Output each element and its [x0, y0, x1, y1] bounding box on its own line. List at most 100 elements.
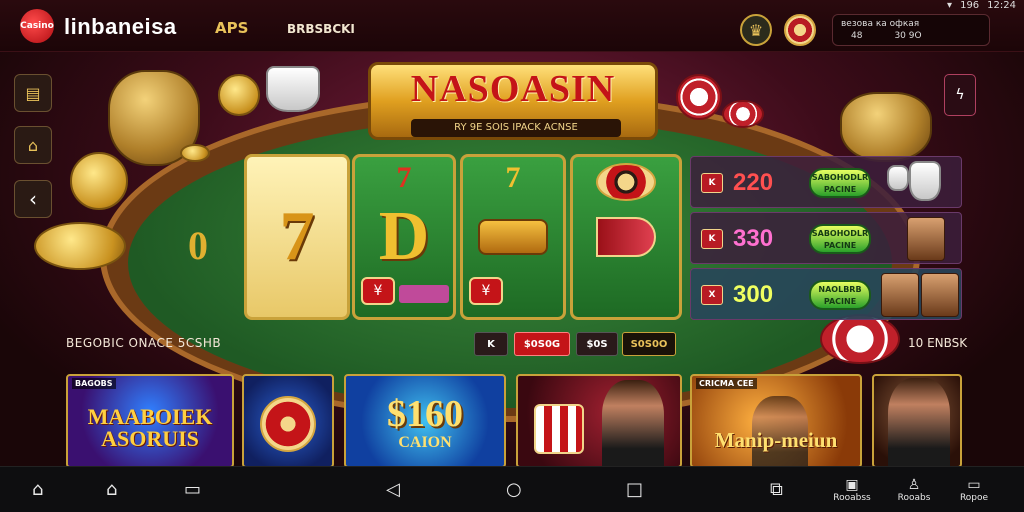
reel-1: 7 — [244, 154, 350, 320]
coin-icon: ¥ — [469, 277, 503, 305]
cup-icon — [266, 66, 320, 112]
jackpot-button[interactable]: SABOHODLR PACINE — [809, 224, 871, 254]
casino-scene: ▤ ⌂ ‹ ϟ NASOASIN RY 9E SOIS IPACK ACNSE … — [0, 52, 1024, 466]
gold-coin — [180, 144, 210, 162]
jackpot-row[interactable]: X 300 NAOLBRB PACINE — [690, 268, 962, 320]
game-tile[interactable] — [516, 374, 682, 466]
reel-4 — [570, 154, 682, 320]
roulette-button[interactable] — [784, 14, 816, 46]
back-button[interactable]: ‹ — [14, 180, 52, 218]
game-tile[interactable]: BAGOBS MAABOIEK ASORUIS — [66, 374, 234, 466]
gold-coin-stack — [34, 222, 126, 270]
game-tile[interactable] — [242, 374, 334, 466]
jackpot-row[interactable]: K 220 SABOHODLR PACINE — [690, 156, 962, 208]
bet-option[interactable]: S0S0O — [622, 332, 676, 356]
game-tile[interactable]: $160 CAION — [344, 374, 506, 466]
reel-top-symbol: 7 — [505, 161, 521, 194]
jackpot-value: 330 — [733, 225, 774, 252]
game-title-banner: NASOASIN RY 9E SOIS IPACK ACNSE — [368, 62, 658, 140]
jackpot-button[interactable]: NAOLBRB PACINE — [809, 280, 871, 310]
person-icon: ♙ — [907, 477, 921, 493]
home-circle-icon[interactable]: ○ — [506, 479, 522, 500]
nav-item-label: Rooabs — [897, 493, 931, 503]
message-icon[interactable]: ▭ — [184, 479, 201, 500]
gallery-icon[interactable]: ⧉ — [770, 479, 783, 500]
back-icon[interactable]: ◁ — [386, 479, 400, 500]
game-title: NASOASIN — [410, 68, 616, 110]
player-avatar — [881, 273, 919, 317]
jackpot-badge: K — [701, 173, 723, 193]
chip-icon — [676, 74, 722, 120]
balance-value-right: 30 9O — [894, 31, 922, 41]
cup-icon — [909, 161, 941, 201]
nav-item-2[interactable]: ♙ Rooabs — [884, 477, 944, 503]
logo-text: Casino — [20, 21, 54, 31]
lines-label: 10 ENBSK — [908, 336, 968, 350]
tile-title: MAABOIEK ASORUIS — [87, 404, 213, 451]
bet-info-label: BEGOBIC ONACE 5CSHB — [66, 336, 222, 350]
roulette-icon — [596, 163, 656, 201]
nav-item-1[interactable]: ▣ Rooabss — [822, 477, 882, 503]
reel-symbol: D — [378, 198, 430, 275]
game-tiles-row: BAGOBS MAABOIEK ASORUIS $160 CAION CRICM… — [62, 374, 968, 466]
bet-option-selected[interactable]: $0S0G — [514, 332, 570, 356]
tile-tag: CRICMA CEE — [696, 378, 757, 389]
barrel-icon — [478, 219, 548, 255]
reel-top-symbol: 7 — [396, 161, 412, 194]
bet-option[interactable]: $0S — [576, 332, 618, 356]
tile-title: Manip-meiun — [714, 428, 838, 452]
bottom-navigation: ⌂ ⌂ ▭ ◁ ○ □ ⧉ ▣ Rooabss ♙ Rooabs ▭ Ropoe — [0, 466, 1024, 512]
screen-icon: ▭ — [967, 477, 981, 493]
cup-icon — [887, 165, 909, 191]
monitor-icon: ▣ — [845, 477, 859, 493]
bolt-icon: ϟ — [955, 87, 965, 103]
jackpot-value: 300 — [733, 281, 774, 308]
reel-3: 7 ¥ — [460, 154, 566, 320]
jackpot-button[interactable]: SABOHODLR PACINE — [809, 168, 871, 198]
nav-link-secondary[interactable]: BRBSBCKI — [287, 22, 355, 36]
game-subtitle: RY 9E SOIS IPACK ACNSE — [411, 119, 621, 137]
home-side-button[interactable]: ⌂ — [14, 126, 52, 164]
jackpot-row[interactable]: K 330 SABOHODLR PACINE — [690, 212, 962, 264]
house-icon: ⌂ — [27, 135, 39, 155]
reel-2: 7 D ¥ — [352, 154, 456, 320]
info-button[interactable]: ϟ — [944, 74, 976, 116]
nav-item-3[interactable]: ▭ Ropoe — [944, 477, 1004, 503]
menu-button[interactable]: ▤ — [14, 74, 52, 112]
jackpot-badge: K — [701, 229, 723, 249]
coin-icon: ¥ — [361, 277, 395, 305]
home-icon[interactable]: ⌂ — [106, 479, 117, 500]
balance-box[interactable]: везова ка офкая 48 30 9O — [832, 14, 990, 46]
recent-apps-icon[interactable]: □ — [626, 479, 643, 500]
game-tile[interactable]: CRICMA CEE Manip-meiun — [690, 374, 862, 466]
popcorn-icon — [534, 404, 584, 454]
gold-coin — [218, 74, 260, 116]
signal-icon: ▾ — [947, 0, 953, 11]
player-avatar — [921, 273, 959, 317]
chip-icon — [722, 100, 764, 128]
game-tile[interactable] — [872, 374, 962, 466]
bet-option[interactable]: K — [474, 332, 508, 356]
horn-icon — [596, 217, 656, 257]
tile-tag: BAGOBS — [72, 378, 116, 389]
gold-coin — [70, 152, 128, 210]
trophy-button[interactable]: ♛ — [740, 14, 772, 46]
tile-title: $160 — [387, 393, 463, 435]
nav-item-label: Ropoe — [959, 493, 989, 503]
status-time: 12:24 — [987, 0, 1016, 11]
jackpot-badge: X — [701, 285, 723, 305]
jackpot-value: 220 — [733, 169, 774, 196]
host-image — [602, 380, 664, 466]
home-outline-icon[interactable]: ⌂ — [32, 479, 43, 500]
casino-logo[interactable]: Casino — [20, 9, 54, 43]
gold-pot-right — [840, 92, 932, 162]
brand-title: linbaneisa — [64, 14, 177, 39]
nav-link-apps[interactable]: APS — [215, 19, 248, 37]
trophy-icon: ♛ — [748, 20, 764, 40]
balance-label: везова ка офкая — [841, 19, 920, 29]
player-avatar — [907, 217, 945, 261]
reel-symbol: 7 — [279, 198, 315, 275]
status-bar: ▾ 196 12:24 — [947, 0, 1016, 11]
jackpot-panel: K 220 SABOHODLR PACINE K 330 SABOHODLR P… — [690, 156, 962, 322]
reel-side-label: 0 — [188, 223, 208, 268]
